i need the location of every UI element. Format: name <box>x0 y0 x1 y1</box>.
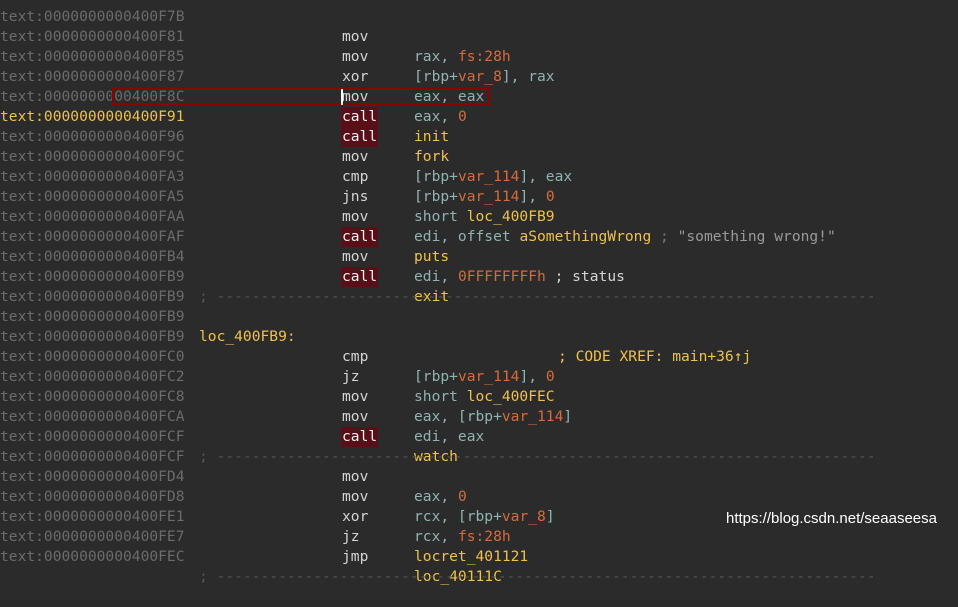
blank-line: text:0000000000400FB9 <box>0 267 958 305</box>
separator: ; --------------------------------------… <box>199 568 876 585</box>
asm-line[interactable]: text:0000000000400F87 mov eax, 0 <box>0 47 958 125</box>
asm-line[interactable]: text:0000000000400FD8 xor rcx, fs:28h <box>0 467 958 545</box>
asm-line[interactable]: text:0000000000400FC0 jz short loc_400FE… <box>0 327 958 405</box>
asm-line[interactable]: text:0000000000400FCF mov eax, 0 <box>0 427 958 505</box>
text-cursor <box>341 89 343 105</box>
asm-line[interactable]: text:0000000000400F96 mov [rbp+var_114],… <box>0 107 958 185</box>
asm-line[interactable]: text:0000000000400F8C call init <box>0 67 958 145</box>
address: text:0000000000400FEC <box>0 548 185 565</box>
asm-line[interactable]: text:0000000000400F7B mov rax, fs:28h <box>0 0 958 65</box>
jump-target-link[interactable]: locret_401121 <box>414 547 528 567</box>
asm-line[interactable]: text:0000000000400FCA call watch <box>0 387 958 465</box>
asm-line[interactable]: text:0000000000400FB9 cmp [rbp+var_114],… <box>0 307 958 385</box>
highlight-annotation-box <box>112 88 490 105</box>
separator-line: text:0000000000400FEC ; ----------------… <box>0 527 958 585</box>
asm-line[interactable]: text:0000000000400FC2 mov eax, [rbp+var_… <box>0 347 958 425</box>
asm-line[interactable]: text:0000000000400F9C cmp [rbp+var_114],… <box>0 127 958 205</box>
disassembly-listing: text:0000000000400F7B mov rax, fs:28h te… <box>0 0 958 585</box>
asm-line[interactable]: text:0000000000400FA5 mov edi, offset aS… <box>0 167 958 245</box>
label-line[interactable]: text:0000000000400FB9 loc_400FB9: ; CODE… <box>0 287 958 365</box>
mnemonic: jmp <box>342 548 369 565</box>
asm-line[interactable]: text:0000000000400FAF mov edi, 0FFFFFFFF… <box>0 207 958 285</box>
separator-line: text:0000000000400FB9 ; ----------------… <box>0 247 958 305</box>
asm-line[interactable]: text:0000000000400F81 mov [rbp+var_8], r… <box>0 7 958 85</box>
asm-line[interactable]: text:0000000000400FE1 jz locret_401121 <box>0 487 958 565</box>
asm-line[interactable]: text:0000000000400FC8 mov edi, eax <box>0 367 958 445</box>
asm-line[interactable]: text:0000000000400FAA call puts <box>0 187 958 265</box>
watermark: https://blog.csdn.net/seaaseesa <box>726 510 937 527</box>
asm-line[interactable]: text:0000000000400FB4 call exit <box>0 227 958 305</box>
separator-line: text:0000000000400FCF ; ----------------… <box>0 407 958 465</box>
asm-line[interactable]: text:0000000000400F85 xor eax, eax <box>0 27 958 105</box>
asm-line[interactable]: text:0000000000400FA3 jns short loc_400F… <box>0 147 958 225</box>
asm-line[interactable]: text:0000000000400FD4 mov rcx, [rbp+var_… <box>0 447 958 525</box>
